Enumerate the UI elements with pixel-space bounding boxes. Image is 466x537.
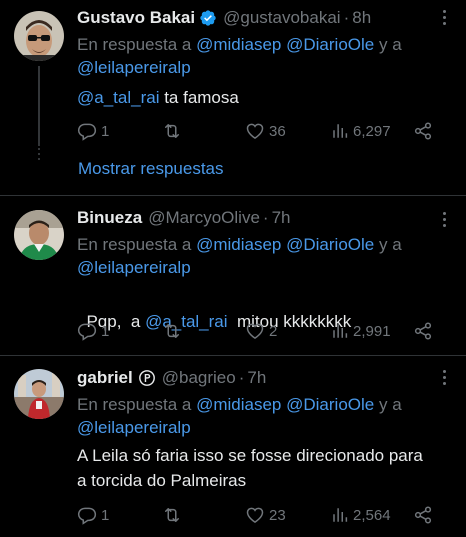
mention-link[interactable]: @DiarioOle — [286, 395, 374, 414]
more-options-icon[interactable] — [442, 10, 446, 28]
reply-to: En respuesta a @midiasep @DiarioOle y a … — [77, 35, 402, 77]
more-options-icon[interactable] — [442, 370, 446, 388]
separator: · — [262, 208, 269, 227]
share-button[interactable] — [413, 504, 433, 526]
author-name[interactable]: gabriel — [77, 368, 133, 388]
tweet-actions: 1 36 6,297 — [77, 120, 447, 142]
tweet-text: @a_tal_rai ta famosa — [77, 88, 239, 107]
views-icon — [333, 324, 348, 338]
reply-button[interactable]: 1 — [77, 120, 109, 142]
views-button[interactable]: 2,564 — [331, 504, 391, 526]
like-count: 36 — [269, 122, 286, 140]
retweet-icon — [165, 324, 179, 338]
heart-icon — [246, 507, 264, 523]
timestamp[interactable]: 8h — [352, 8, 371, 28]
share-icon — [414, 122, 432, 140]
reply-count: 1 — [101, 506, 110, 524]
share-button[interactable] — [413, 320, 433, 342]
like-count: 23 — [269, 506, 286, 524]
reply-to: En respuesta a @midiasep @DiarioOle y a … — [77, 235, 402, 277]
heart-icon — [246, 123, 264, 139]
show-replies-link[interactable]: Mostrar respuestas — [78, 159, 224, 179]
reply-count: 1 — [101, 122, 110, 140]
views-count: 2,564 — [353, 506, 391, 524]
views-icon — [333, 508, 348, 522]
share-icon — [414, 322, 432, 340]
author-handle[interactable]: @gustavobakai — [223, 8, 340, 28]
reply-icon — [77, 123, 97, 141]
mention-link[interactable]: @DiarioOle — [286, 235, 374, 254]
reply-button[interactable]: 1 — [77, 504, 109, 526]
retweet-button[interactable] — [161, 320, 183, 342]
share-icon — [414, 506, 432, 524]
thread-line — [38, 66, 40, 146]
avatar[interactable] — [14, 369, 64, 419]
retweet-button[interactable] — [161, 504, 183, 526]
like-count: 2 — [269, 322, 278, 340]
author-handle[interactable]: @MarcyoOlive — [148, 208, 260, 228]
reply-icon — [77, 323, 97, 341]
avatar[interactable] — [14, 210, 64, 260]
avatar[interactable] — [14, 11, 64, 61]
reply-count: 1 — [101, 322, 110, 340]
views-icon — [333, 124, 348, 138]
retweet-icon — [165, 124, 179, 138]
author-name[interactable]: Gustavo Bakai — [77, 8, 195, 28]
views-count: 6,297 — [353, 122, 391, 140]
views-button[interactable]: 2,991 — [331, 320, 391, 342]
more-options-icon[interactable] — [442, 212, 446, 230]
tweet-actions: 1 2 2,991 — [77, 320, 447, 342]
tweet-header: Binueza @MarcyoOlive · 7h — [77, 207, 291, 229]
mention-link[interactable]: @a_tal_rai — [77, 88, 159, 107]
like-button[interactable]: 23 — [245, 504, 286, 526]
like-button[interactable]: 2 — [245, 320, 277, 342]
tweet-header: Gustavo Bakai @gustavobakai · 8h — [77, 7, 371, 29]
author-name[interactable]: Binueza — [77, 208, 142, 228]
mention-link[interactable]: @midiasep — [196, 235, 281, 254]
reply-button[interactable]: 1 — [77, 320, 109, 342]
retweet-button[interactable] — [161, 120, 183, 142]
thread-dots — [38, 148, 40, 163]
divider — [0, 355, 466, 356]
tweet-text: A Leila só faria isso se fosse direciona… — [77, 446, 423, 490]
author-handle[interactable]: @bagrieo — [162, 368, 236, 388]
mention-link[interactable]: @DiarioOle — [286, 35, 374, 54]
divider — [0, 195, 466, 196]
timestamp[interactable]: 7h — [247, 368, 266, 388]
mention-link[interactable]: @midiasep — [196, 35, 281, 54]
reply-to: En respuesta a @midiasep @DiarioOle y a … — [77, 395, 402, 437]
mention-link[interactable]: @midiasep — [196, 395, 281, 414]
p-badge-icon — [138, 370, 155, 386]
verified-icon — [200, 10, 216, 26]
share-button[interactable] — [413, 120, 433, 142]
heart-icon — [246, 323, 264, 339]
timestamp[interactable]: 7h — [272, 208, 291, 228]
tweet-actions: 1 23 2,564 — [77, 504, 447, 526]
mention-link[interactable]: @leilapereiralp — [77, 58, 191, 77]
retweet-icon — [165, 508, 179, 522]
mention-link[interactable]: @leilapereiralp — [77, 418, 191, 437]
separator: · — [343, 8, 350, 27]
views-button[interactable]: 6,297 — [331, 120, 391, 142]
views-count: 2,991 — [353, 322, 391, 340]
like-button[interactable]: 36 — [245, 120, 286, 142]
mention-link[interactable]: @leilapereiralp — [77, 258, 191, 277]
reply-icon — [77, 507, 97, 525]
separator: · — [238, 368, 245, 387]
tweet-header: gabriel @bagrieo · 7h — [77, 367, 266, 389]
